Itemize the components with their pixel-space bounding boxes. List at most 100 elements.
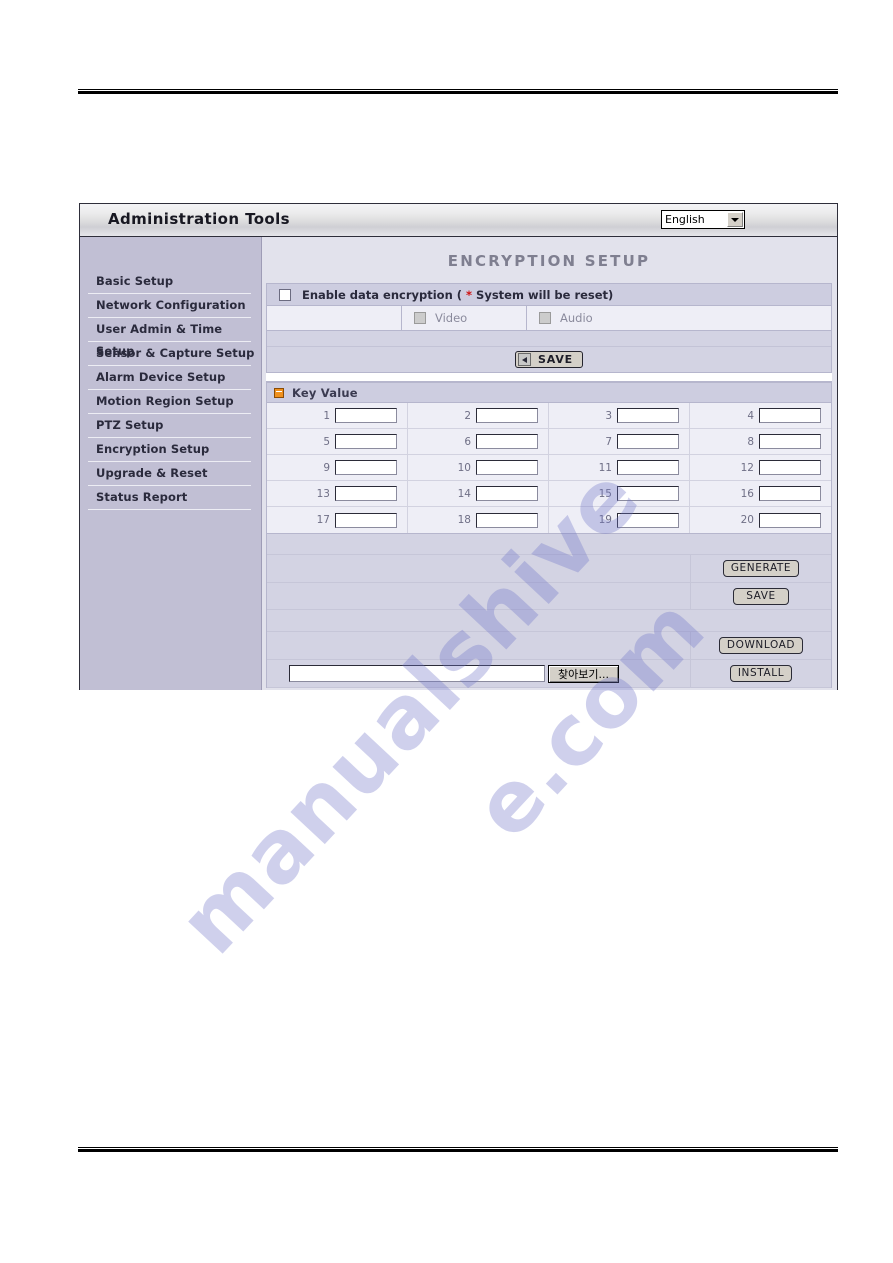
key-value-cell-6: 6 <box>408 429 549 454</box>
install-button[interactable]: INSTALL <box>729 665 793 682</box>
sidebar-item-basic-setup[interactable]: Basic Setup <box>80 270 261 294</box>
video-checkbox[interactable] <box>414 312 426 324</box>
generate-button[interactable]: GENERATE <box>722 560 800 577</box>
key-index-14: 14 <box>457 487 471 500</box>
key-input-8[interactable] <box>759 434 821 449</box>
key-index-2: 2 <box>464 409 471 422</box>
sidebar-item-upgrade-reset[interactable]: Upgrade & Reset <box>80 462 261 486</box>
key-index-3: 3 <box>605 409 612 422</box>
sidebar-item-alarm-device-setup[interactable]: Alarm Device Setup <box>80 366 261 390</box>
browse-button[interactable]: 찾아보기... <box>548 664 619 683</box>
encryption-panel: Enable data encryption ( * System will b… <box>266 283 832 373</box>
key-input-9[interactable] <box>335 460 397 475</box>
download-button[interactable]: DOWNLOAD <box>718 637 804 654</box>
download-row: DOWNLOAD <box>267 632 831 660</box>
key-index-19: 19 <box>598 514 612 526</box>
key-index-8: 8 <box>747 435 754 448</box>
audio-checkbox[interactable] <box>539 312 551 324</box>
key-value-cell-15: 15 <box>549 481 690 506</box>
sidebar-item-status-report[interactable]: Status Report <box>80 486 261 510</box>
key-index-13: 13 <box>316 487 330 500</box>
key-value-cell-5: 5 <box>267 429 408 454</box>
generate-row-left <box>267 555 691 582</box>
key-input-16[interactable] <box>759 486 821 501</box>
sidebar-item-sensor-capture-setup[interactable]: Sensor & Capture Setup <box>80 342 261 366</box>
video-cell: Video <box>402 306 527 330</box>
key-value-row: 9 10 11 12 <box>267 455 831 481</box>
key-value-cell-13: 13 <box>267 481 408 506</box>
key-value-row: 5 6 7 8 <box>267 429 831 455</box>
key-index-7: 7 <box>605 435 612 448</box>
key-value-bottom-gap <box>267 533 831 555</box>
key-index-1: 1 <box>323 409 330 422</box>
key-input-2[interactable] <box>476 408 538 423</box>
window-title: Administration Tools <box>108 210 290 228</box>
save-keys-row: SAVE <box>267 583 831 610</box>
sidebar-item-ptz-setup[interactable]: PTZ Setup <box>80 414 261 438</box>
key-index-15: 15 <box>598 487 612 500</box>
install-row-left: 찾아보기... <box>267 660 691 687</box>
key-input-17[interactable] <box>335 512 397 528</box>
key-value-panel: Key Value 1 2 3 4 5 6 7 8 9 10 11 12 13 … <box>266 381 832 688</box>
media-encryption-row: Video Audio <box>267 306 831 331</box>
key-value-cell-20: 20 <box>690 507 831 533</box>
key-input-3[interactable] <box>617 408 679 423</box>
key-input-1[interactable] <box>335 408 397 423</box>
key-input-19[interactable] <box>617 512 679 528</box>
key-value-row: 13 14 15 16 <box>267 481 831 507</box>
orange-square-icon <box>274 387 284 398</box>
key-input-11[interactable] <box>617 460 679 475</box>
key-index-6: 6 <box>464 435 471 448</box>
key-value-cell-16: 16 <box>690 481 831 506</box>
arrow-left-icon <box>518 353 532 366</box>
save-keys-row-left <box>267 583 691 609</box>
key-value-cell-9: 9 <box>267 455 408 480</box>
key-file-input[interactable] <box>289 665 545 682</box>
sidebar-item-motion-region-setup[interactable]: Motion Region Setup <box>80 390 261 414</box>
key-value-title: Key Value <box>292 385 358 400</box>
panel-gap <box>266 373 832 381</box>
generate-row: GENERATE <box>267 555 831 583</box>
key-value-cell-10: 10 <box>408 455 549 480</box>
key-input-7[interactable] <box>617 434 679 449</box>
key-value-grid: 1 2 3 4 5 6 7 8 9 10 11 12 13 14 15 16 1… <box>267 403 831 533</box>
sidebar-item-user-admin-time-setup[interactable]: User Admin & Time Setup <box>80 318 261 358</box>
key-value-cell-1: 1 <box>267 403 408 428</box>
key-input-6[interactable] <box>476 434 538 449</box>
key-value-cell-11: 11 <box>549 455 690 480</box>
key-input-18[interactable] <box>476 512 538 528</box>
key-value-row: 1 2 3 4 <box>267 403 831 429</box>
page-title: ENCRYPTION SETUP <box>447 252 651 270</box>
key-input-20[interactable] <box>759 512 821 528</box>
language-select[interactable]: English <box>661 210 745 229</box>
key-input-13[interactable] <box>335 486 397 501</box>
key-value-row: 17 18 19 20 <box>267 507 831 533</box>
sidebar-nav: Basic Setup Network Configuration User A… <box>80 237 262 690</box>
media-row-blank-cell <box>267 306 402 330</box>
key-input-5[interactable] <box>335 434 397 449</box>
key-input-10[interactable] <box>476 460 538 475</box>
save-keys-button[interactable]: SAVE <box>733 587 789 605</box>
admin-tools-window: Administration Tools English Basic Setup… <box>79 203 838 690</box>
key-value-cell-7: 7 <box>549 429 690 454</box>
key-value-header: Key Value <box>267 382 831 403</box>
key-input-12[interactable] <box>759 460 821 475</box>
key-value-cell-18: 18 <box>408 507 549 533</box>
save-encryption-button[interactable]: SAVE <box>515 351 583 368</box>
key-value-cell-19: 19 <box>549 507 690 533</box>
audio-label: Audio <box>560 311 593 325</box>
sidebar-item-encryption-setup[interactable]: Encryption Setup <box>80 438 261 462</box>
enable-encryption-row: Enable data encryption ( * System will b… <box>267 284 831 306</box>
save-row: SAVE <box>267 347 831 373</box>
download-row-right: DOWNLOAD <box>691 632 831 659</box>
sidebar-item-network-configuration[interactable]: Network Configuration <box>80 294 261 318</box>
page-bottom-rule <box>78 1147 838 1152</box>
enable-data-encryption-checkbox[interactable] <box>279 288 291 301</box>
key-input-14[interactable] <box>476 486 538 501</box>
key-index-12: 12 <box>740 461 754 474</box>
key-value-cell-17: 17 <box>267 507 408 533</box>
key-input-15[interactable] <box>617 486 679 501</box>
chevron-down-icon[interactable] <box>727 212 743 227</box>
key-index-11: 11 <box>598 461 612 474</box>
key-input-4[interactable] <box>759 408 821 423</box>
